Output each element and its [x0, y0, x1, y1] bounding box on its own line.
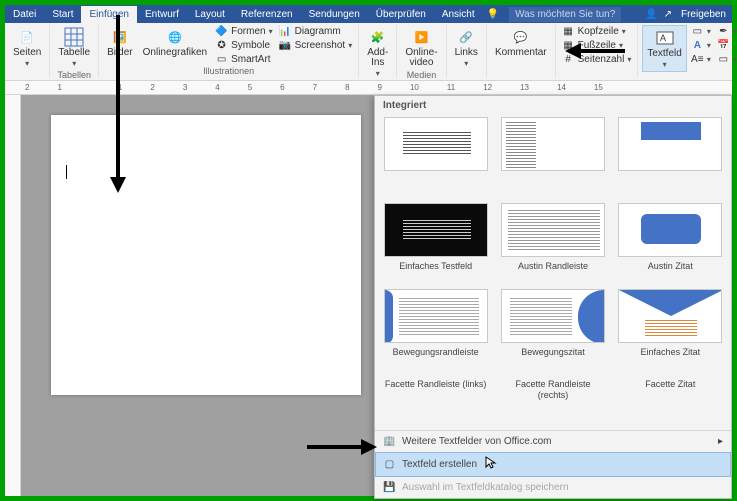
quickparts-icon: ▭ — [691, 25, 704, 38]
tab-layout[interactable]: Layout — [187, 6, 233, 23]
header-icon: ▦ — [562, 25, 575, 38]
bilder-button[interactable]: 🖼️ Bilder — [103, 25, 137, 60]
share-icon: ↗ — [661, 9, 675, 20]
addins-button[interactable]: 🧩 Add-Ins▾ — [363, 25, 392, 80]
ribbon: 📄 Seiten▾ Tabelle▾ Tabellen 🖼️ — [5, 23, 732, 81]
gallery-item-bewegungsrandleiste[interactable]: Bewegungsrandleiste — [384, 289, 488, 375]
group-label-tabellen: Tabellen — [57, 70, 91, 80]
textbox-small-icon: ▢ — [383, 458, 396, 471]
document-workspace: Integriert — [5, 95, 732, 496]
gallery-item[interactable] — [618, 117, 722, 203]
link-icon: 🔗 — [456, 27, 476, 47]
ribbon-tabs: Datei Start Einfügen Entwurf Layout Refe… — [5, 5, 732, 23]
create-textbox[interactable]: ▢ Textfeld erstellen — [375, 452, 731, 477]
dropcap-icon: A≡ — [691, 53, 704, 66]
tab-sendungen[interactable]: Sendungen — [301, 6, 368, 23]
fusszeile-button[interactable]: ▦Fußzeile▾ — [560, 39, 634, 52]
svg-text:A: A — [660, 33, 666, 43]
tab-entwurf[interactable]: Entwurf — [137, 6, 187, 23]
gallery-item-einfaches-zitat[interactable]: Einfaches Zitat — [618, 289, 722, 375]
kommentar-button[interactable]: 💬 Kommentar — [491, 25, 551, 60]
gallery-item[interactable] — [501, 117, 605, 203]
comment-icon: 💬 — [511, 27, 531, 47]
tab-ueberpruefen[interactable]: Überprüfen — [368, 6, 434, 23]
chart-icon: 📊 — [279, 25, 292, 38]
object-button[interactable]: ▭▾ — [715, 53, 737, 66]
footer-icon: ▦ — [562, 39, 575, 52]
signature-icon: ✒ — [717, 25, 730, 38]
gallery-item-facette-links[interactable]: Facette Randleiste (links) — [384, 375, 488, 407]
textbox-icon: A — [655, 28, 675, 48]
document-page[interactable] — [51, 115, 361, 395]
seitenzahl-button[interactable]: #Seitenzahl▾ — [560, 53, 634, 66]
more-textboxes-office[interactable]: 🏢 Weitere Textfelder von Office.com ▸ — [375, 431, 731, 452]
screenshot-icon: 📷 — [279, 39, 292, 52]
gallery-item-facette-rechts[interactable]: Facette Randleiste (rechts) — [501, 375, 605, 407]
tab-ansicht[interactable]: Ansicht — [434, 6, 483, 23]
seiten-button[interactable]: 📄 Seiten▾ — [9, 25, 45, 70]
pages-icon: 📄 — [17, 27, 37, 47]
vertical-ruler — [5, 95, 21, 496]
gallery-item-facette-zitat[interactable]: Facette Zitat — [618, 375, 722, 407]
pagenumber-icon: # — [562, 53, 575, 66]
text-cursor — [66, 165, 67, 179]
tab-referenzen[interactable]: Referenzen — [233, 6, 301, 23]
kopfzeile-button[interactable]: ▦Kopfzeile▾ — [560, 25, 634, 38]
textfeld-button[interactable]: A Textfeld▾ — [642, 25, 686, 72]
textbox-gallery: Integriert — [374, 95, 732, 499]
tab-datei[interactable]: Datei — [5, 6, 44, 23]
wordart-icon: A — [691, 39, 704, 52]
group-label-medien: Medien — [407, 70, 437, 80]
symbols-icon: ✪ — [215, 39, 228, 52]
office-icon: 🏢 — [383, 435, 396, 448]
save-icon: 💾 — [383, 481, 396, 494]
gallery-item-austin-zitat[interactable]: Austin Zitat — [618, 203, 722, 289]
gallery-item-austin-randleiste[interactable]: Austin Randleiste — [501, 203, 605, 289]
share-button[interactable]: Freigeben — [675, 9, 732, 20]
tabelle-button[interactable]: Tabelle▾ — [54, 25, 94, 70]
chevron-right-icon: ▸ — [718, 436, 723, 447]
signature-button[interactable]: ✒▾ — [715, 25, 737, 38]
onlinevideo-button[interactable]: ▶️ Online-video — [401, 25, 441, 70]
tab-start[interactable]: Start — [44, 6, 81, 23]
gallery-item-bewegungszitat[interactable]: Bewegungszitat — [501, 289, 605, 375]
video-icon: ▶️ — [411, 27, 431, 47]
datetime-button[interactable]: 📅 — [715, 39, 737, 52]
picture-icon: 🖼️ — [110, 27, 130, 47]
smartart-icon: ▭ — [215, 53, 228, 66]
quickparts-button[interactable]: ▭▾ — [689, 25, 713, 38]
online-picture-icon: 🌐 — [165, 27, 185, 47]
shapes-icon: 🔷 — [215, 25, 228, 38]
addins-icon: 🧩 — [368, 27, 388, 47]
date-icon: 📅 — [717, 39, 730, 52]
horizontal-ruler: 21123456789101112131415 — [5, 81, 732, 95]
links-button[interactable]: 🔗 Links▾ — [451, 25, 482, 70]
screenshot-button[interactable]: 📷Screenshot▾ — [277, 39, 355, 52]
object-icon: ▭ — [717, 53, 730, 66]
wordart-button[interactable]: A▾ — [689, 39, 713, 52]
tell-me-search[interactable]: Was möchten Sie tun? — [509, 7, 621, 22]
user-icon[interactable]: 👤 — [642, 9, 660, 20]
diagramm-button[interactable]: 📊Diagramm — [277, 25, 355, 38]
gallery-item[interactable] — [384, 117, 488, 203]
dropcap-button[interactable]: A≡▾ — [689, 53, 713, 66]
tab-einfuegen[interactable]: Einfügen — [81, 6, 136, 23]
smartart-button[interactable]: ▭SmartArt — [213, 53, 274, 66]
formen-button[interactable]: 🔷Formen▾ — [213, 25, 274, 38]
table-icon — [64, 27, 84, 47]
save-to-catalog: 💾 Auswahl im Textfeldkatalog speichern — [375, 477, 731, 498]
group-label-illustrationen: Illustrationen — [203, 66, 254, 78]
cursor-icon — [485, 456, 497, 473]
lightbulb-icon: 💡 — [483, 9, 503, 20]
onlinegrafiken-button[interactable]: 🌐 Onlinegrafiken — [139, 25, 211, 60]
gallery-header: Integriert — [375, 96, 731, 115]
symbole-small-button[interactable]: ✪Symbole — [213, 39, 274, 52]
gallery-item-einfaches-testfeld[interactable]: Einfaches Testfeld — [384, 203, 488, 289]
